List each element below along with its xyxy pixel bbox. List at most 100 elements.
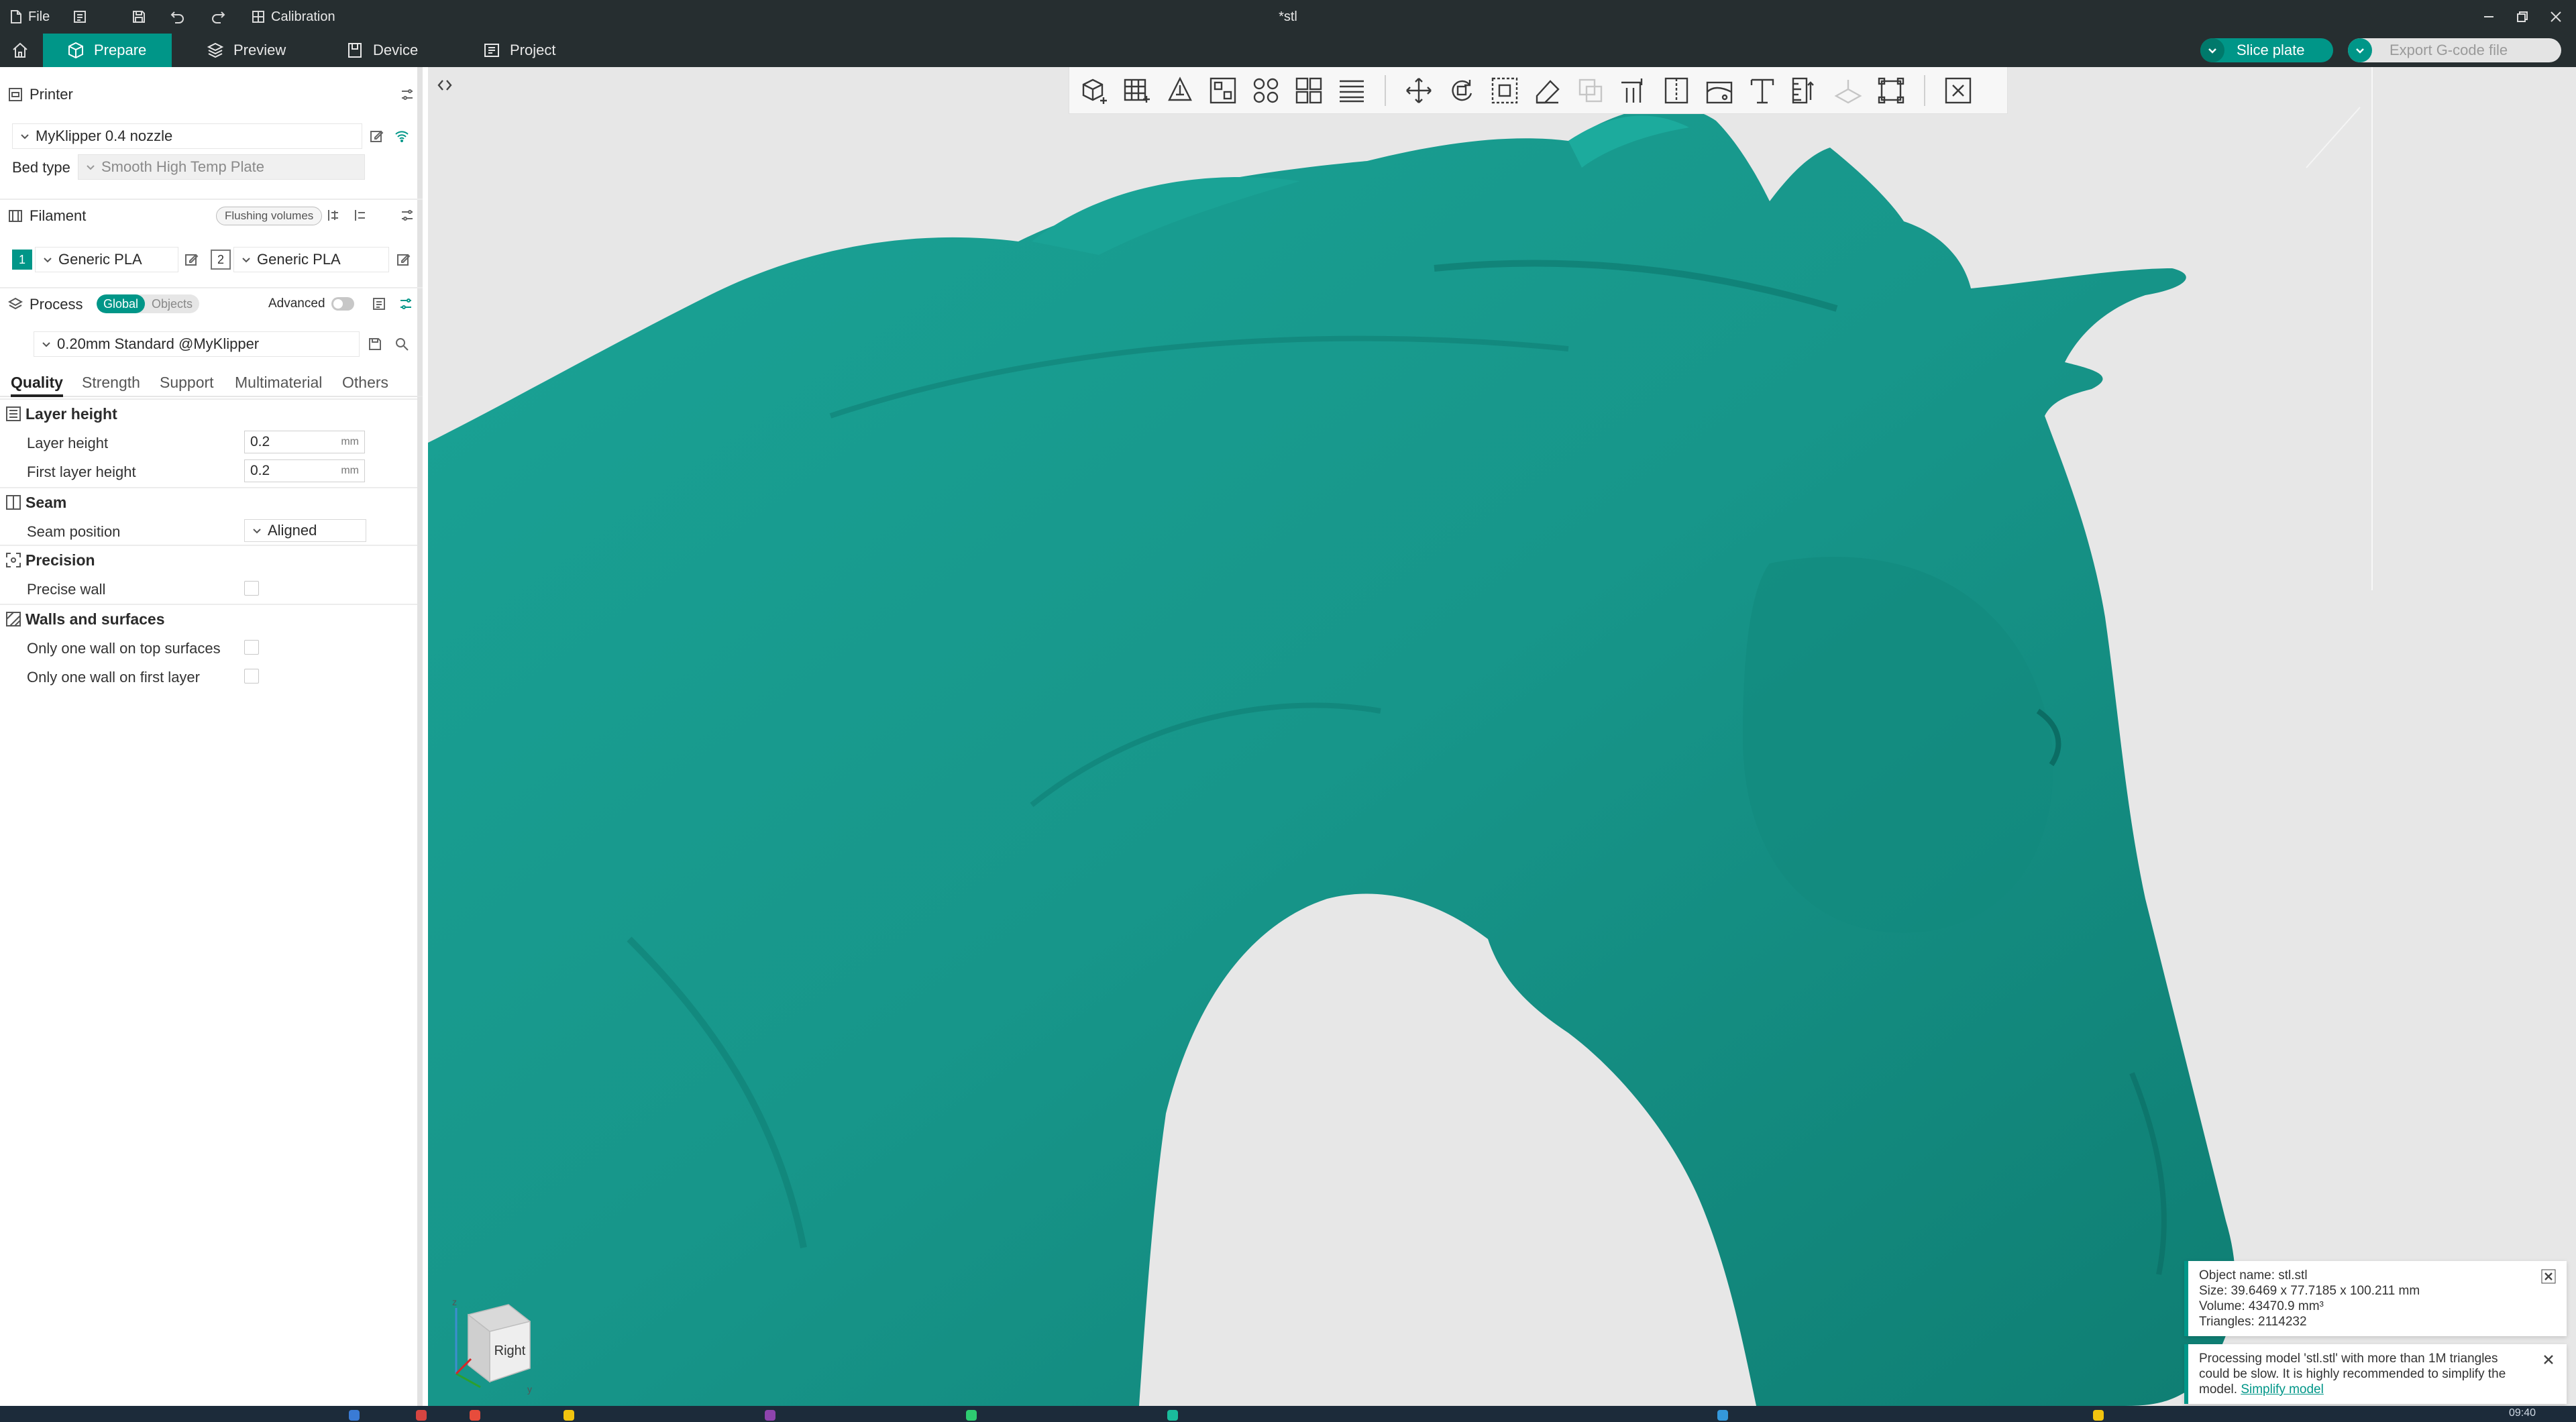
bounding-box-icon[interactable] [1874,74,1908,107]
tab-prepare[interactable]: Prepare [43,34,172,67]
tab-preview-label: Preview [233,42,286,58]
printer-select[interactable]: MyKlipper 0.4 nozzle [12,123,362,149]
variable-layer-height-icon[interactable] [1335,74,1368,107]
bed-type-select[interactable]: Smooth High Temp Plate [78,154,365,180]
taskbar-app-icon[interactable] [416,1410,427,1421]
edit-printer-icon[interactable] [368,127,385,145]
filament-slot-1-select[interactable]: Generic PLA [35,247,178,272]
tab-multimaterial[interactable]: Multimaterial [235,368,322,397]
simplify-warning-notification: Processing model 'stl.stl' with more tha… [2184,1344,2567,1404]
seam-position-select[interactable]: Aligned [244,519,366,542]
seam-painting-icon[interactable] [1660,74,1693,107]
process-mode-toggle[interactable]: Global Objects [97,294,200,313]
3d-viewport[interactable]: Right z y [428,67,2576,1406]
taskbar-app-icon[interactable] [564,1410,574,1421]
filament-slot-1-name: Generic PLA [58,251,142,268]
undo-icon[interactable] [170,0,185,34]
add-object-icon[interactable] [1077,74,1111,107]
tab-support[interactable]: Support [160,368,214,397]
explode-view-icon[interactable] [1941,74,1975,107]
first-layer-height-value: 0.2 [250,463,270,478]
tab-strength[interactable]: Strength [82,368,140,397]
notes-icon[interactable] [72,0,87,34]
text-icon[interactable] [1746,74,1779,107]
taskbar-app-icon[interactable] [349,1410,360,1421]
one-wall-top-checkbox[interactable] [244,640,259,655]
tab-quality[interactable]: Quality [11,368,63,397]
file-menu[interactable]: File [9,0,50,34]
taskbar-app-icon[interactable] [1717,1410,1728,1421]
calibration-menu[interactable]: Calibration [251,0,335,34]
add-plate-icon[interactable] [1120,74,1154,107]
slice-plate-button[interactable]: Slice plate [2200,38,2333,62]
export-gcode-button[interactable]: Export G-code file [2348,38,2561,62]
printer-settings-icon[interactable] [398,86,416,103]
measure-icon[interactable] [1788,74,1822,107]
scale-icon[interactable] [1488,74,1521,107]
mode-objects-option[interactable]: Objects [145,294,199,313]
redo-icon[interactable] [211,0,225,34]
close-icon[interactable] [2541,1269,2556,1284]
filament-slot-2-select[interactable]: Generic PLA [233,247,389,272]
precision-group-header: Precision [0,545,417,574]
close-icon[interactable] [2541,1352,2556,1367]
assembly-icon[interactable] [1831,74,1865,107]
tab-device[interactable]: Device [322,34,442,67]
taskbar-app-icon[interactable] [2093,1410,2104,1421]
simplify-model-link[interactable]: Simplify model [2241,1382,2324,1397]
calibration-label: Calibration [271,9,335,24]
layer-height-icon [6,406,21,421]
add-filament-icon[interactable] [325,207,342,224]
process-compare-icon[interactable] [370,295,388,313]
printer-section-header[interactable]: Printer [0,78,423,111]
arrange-icon[interactable] [1206,74,1240,107]
file-menu-label: File [28,9,50,24]
taskbar-app-icon[interactable] [966,1410,977,1421]
slice-dropdown-chevron-icon[interactable] [2200,38,2224,62]
process-settings-icon[interactable] [397,295,415,313]
one-wall-first-checkbox[interactable] [244,669,259,683]
save-preset-icon[interactable] [366,335,384,353]
export-dropdown-chevron-icon[interactable] [2348,38,2372,62]
first-layer-height-input[interactable]: 0.2 mm [244,459,365,482]
support-painting-icon[interactable] [1617,74,1650,107]
lay-on-face-icon[interactable] [1531,74,1564,107]
split-objects-icon[interactable] [1249,74,1283,107]
auto-orient-icon[interactable] [1163,74,1197,107]
rotate-icon[interactable] [1445,74,1479,107]
cut-icon[interactable] [1574,74,1607,107]
seam-group-title: Seam [25,493,67,511]
wifi-icon[interactable] [393,127,411,145]
move-icon[interactable] [1402,74,1436,107]
save-icon[interactable] [131,0,146,34]
edit-filament-1-icon[interactable] [182,251,200,268]
search-icon[interactable] [393,335,411,353]
precise-wall-checkbox[interactable] [244,581,259,596]
advanced-toggle[interactable] [331,297,354,311]
flushing-volumes-button[interactable]: Flushing volumes [216,207,323,225]
mode-global-option[interactable]: Global [97,294,146,313]
view-cube[interactable]: Right z y [448,1295,542,1395]
main-nav: Prepare Preview Device Project Slice pla… [0,34,2576,67]
collapse-sidebar-icon[interactable] [435,75,455,95]
home-button[interactable] [0,34,40,67]
tab-others[interactable]: Others [342,368,388,397]
taskbar-app-icon[interactable] [765,1410,775,1421]
color-painting-icon[interactable] [1703,74,1736,107]
close-window-button[interactable] [2536,0,2576,34]
edit-filament-2-icon[interactable] [394,251,412,268]
precision-group-title: Precision [25,551,95,569]
layer-height-input[interactable]: 0.2 mm [244,431,365,453]
process-tabs: Quality Strength Support Multimaterial O… [0,368,423,397]
process-section-header[interactable]: Process [0,287,423,321]
filament-title: Filament [30,207,87,224]
tab-preview[interactable]: Preview [182,34,310,67]
taskbar-app-icon[interactable] [470,1410,480,1421]
remove-filament-icon[interactable] [352,207,369,224]
process-preset-select[interactable]: 0.20mm Standard @MyKlipper [34,331,360,357]
filament-settings-icon[interactable] [398,207,416,224]
tab-project[interactable]: Project [459,34,580,67]
split-parts-icon[interactable] [1292,74,1326,107]
taskbar-app-icon[interactable] [1167,1410,1178,1421]
horse-model[interactable] [428,67,2576,1406]
